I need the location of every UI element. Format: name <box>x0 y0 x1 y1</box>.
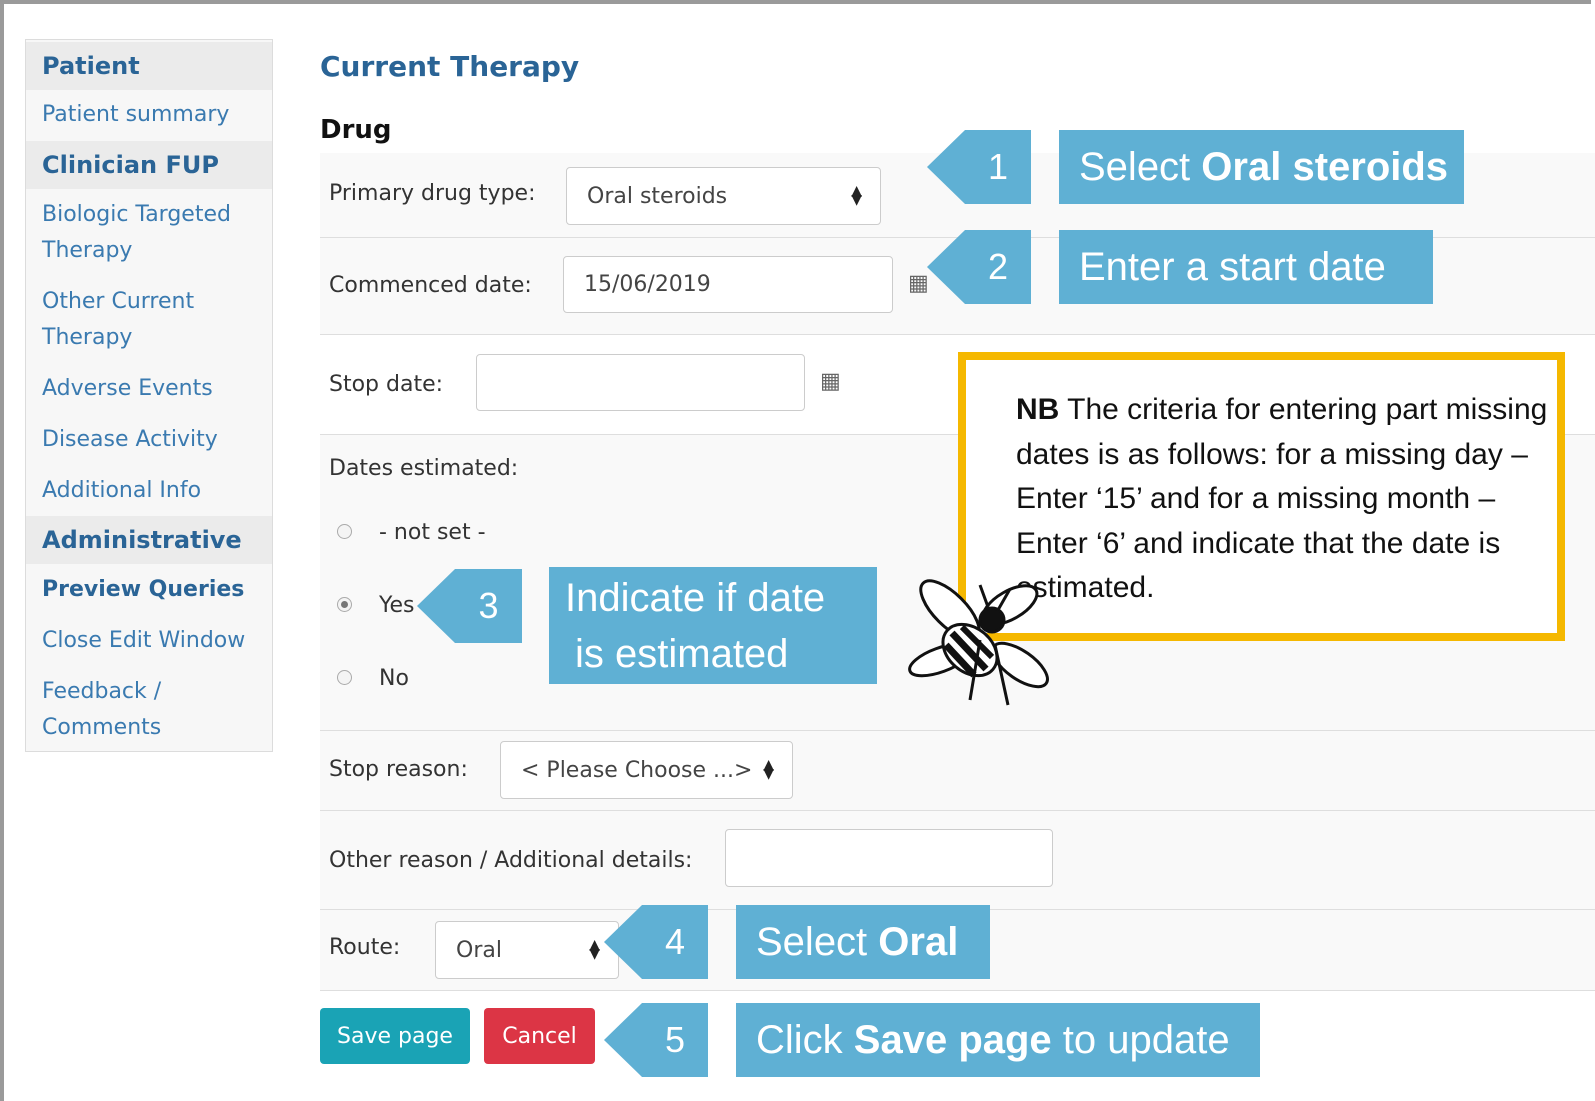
note-label: NB <box>1016 393 1060 426</box>
callout-text-bold: Oral <box>878 919 959 964</box>
callout-text: to update <box>1051 1017 1230 1062</box>
commenced-date-input[interactable]: 15/06/2019 <box>563 256 893 313</box>
note-body: The criteria for entering part missing d… <box>1016 393 1548 604</box>
callout-text: Select <box>756 919 879 964</box>
callout-step-1: Select Oral steroids <box>1059 130 1464 204</box>
primary-drug-type-label: Primary drug type: <box>329 181 536 206</box>
commenced-date-label: Commenced date: <box>329 273 532 298</box>
cancel-button[interactable]: Cancel <box>484 1008 595 1064</box>
route-select[interactable]: Oral ▲ ▼ <box>435 921 619 979</box>
stop-reason-select[interactable]: < Please Choose ...> ▲ ▼ <box>500 741 793 799</box>
sidebar-item-label: Therapy <box>42 325 133 350</box>
sidebar-item-close-edit-window[interactable]: Close Edit Window <box>42 623 267 659</box>
sidebar-item-disease-activity[interactable]: Disease Activity <box>42 422 267 458</box>
sidebar-header-clinician-fup: Clinician FUP <box>26 141 272 189</box>
calendar-icon[interactable]: ▦ <box>820 369 841 394</box>
sidebar-item-label: Feedback / <box>42 679 162 704</box>
row-divider <box>320 990 1595 991</box>
updown-caret-icon: ▲ ▼ <box>763 757 774 782</box>
callout-number-2: 2 <box>927 230 1031 304</box>
sidebar-item-label: Therapy <box>42 238 133 263</box>
radio-no-label[interactable]: No <box>379 666 409 691</box>
callout-number-1: 1 <box>927 130 1031 204</box>
callout-number-4: 4 <box>604 905 708 979</box>
sidebar-header-patient: Patient <box>26 42 272 90</box>
callout-text: Select <box>1079 144 1202 189</box>
callout-number-5: 5 <box>604 1003 708 1077</box>
bee-icon <box>908 579 1049 706</box>
sidebar-item-feedback-comments[interactable]: Feedback / Comments <box>42 674 267 746</box>
note-text: NB The criteria for entering part missin… <box>1016 388 1556 611</box>
callout-step-3: Indicate if date is estimated <box>549 567 877 684</box>
callout-text-bold: Oral steroids <box>1201 144 1449 189</box>
callout-number-3: 3 <box>417 569 522 643</box>
callout-text: is estimated <box>575 631 789 676</box>
updown-caret-icon: ▲ ▼ <box>589 937 600 962</box>
sidebar-nav: Patient Patient summary Clinician FUP Bi… <box>25 39 273 752</box>
sidebar-item-biologic-targeted-therapy[interactable]: Biologic Targeted Therapy <box>42 197 267 269</box>
callout-step-4: Select Oral <box>736 905 990 979</box>
input-value: 15/06/2019 <box>584 272 711 297</box>
sidebar-item-adverse-events[interactable]: Adverse Events <box>42 371 267 407</box>
sidebar-item-label: Biologic Targeted <box>42 202 231 227</box>
calendar-icon[interactable]: ▦ <box>908 271 929 296</box>
stop-date-label: Stop date: <box>329 372 444 397</box>
select-value: < Please Choose ...> <box>521 757 753 783</box>
page-title: Current Therapy <box>320 50 580 83</box>
sidebar-item-preview-queries[interactable]: Preview Queries <box>42 572 267 608</box>
save-page-button[interactable]: Save page <box>320 1008 470 1064</box>
other-reason-input[interactable] <box>725 829 1053 887</box>
callout-text: Enter a start date <box>1079 244 1386 289</box>
callout-text: Click <box>756 1017 854 1062</box>
sidebar-header-administrative: Administrative <box>26 516 272 564</box>
other-reason-label: Other reason / Additional details: <box>329 848 693 873</box>
sidebar-item-patient-summary[interactable]: Patient summary <box>42 97 267 133</box>
stop-reason-label: Stop reason: <box>329 757 468 782</box>
callout-text: Indicate if date <box>565 575 826 620</box>
radio-no[interactable] <box>337 670 352 685</box>
dates-estimated-label: Dates estimated: <box>329 456 519 481</box>
callout-step-5: Click Save page to update <box>736 1003 1260 1077</box>
updown-caret-icon: ▲ ▼ <box>851 183 862 208</box>
callout-text-bold: Save page <box>853 1017 1052 1062</box>
stop-date-input[interactable] <box>476 354 805 411</box>
sidebar-item-additional-info[interactable]: Additional Info <box>42 473 267 509</box>
select-value: Oral <box>456 937 502 963</box>
sidebar-item-label: Other Current <box>42 289 195 314</box>
route-label: Route: <box>329 935 401 960</box>
callout-step-2: Enter a start date <box>1059 230 1433 304</box>
sidebar-item-other-current-therapy[interactable]: Other Current Therapy <box>42 284 267 356</box>
radio-not-set-label[interactable]: - not set - <box>379 520 486 545</box>
radio-not-set[interactable] <box>337 524 352 539</box>
radio-yes[interactable] <box>337 597 352 612</box>
select-value: Oral steroids <box>587 183 728 209</box>
section-title-drug: Drug <box>320 115 392 145</box>
radio-yes-label[interactable]: Yes <box>379 593 415 618</box>
primary-drug-type-select[interactable]: Oral steroids ▲ ▼ <box>566 167 881 225</box>
sidebar-item-label: Comments <box>42 715 162 740</box>
